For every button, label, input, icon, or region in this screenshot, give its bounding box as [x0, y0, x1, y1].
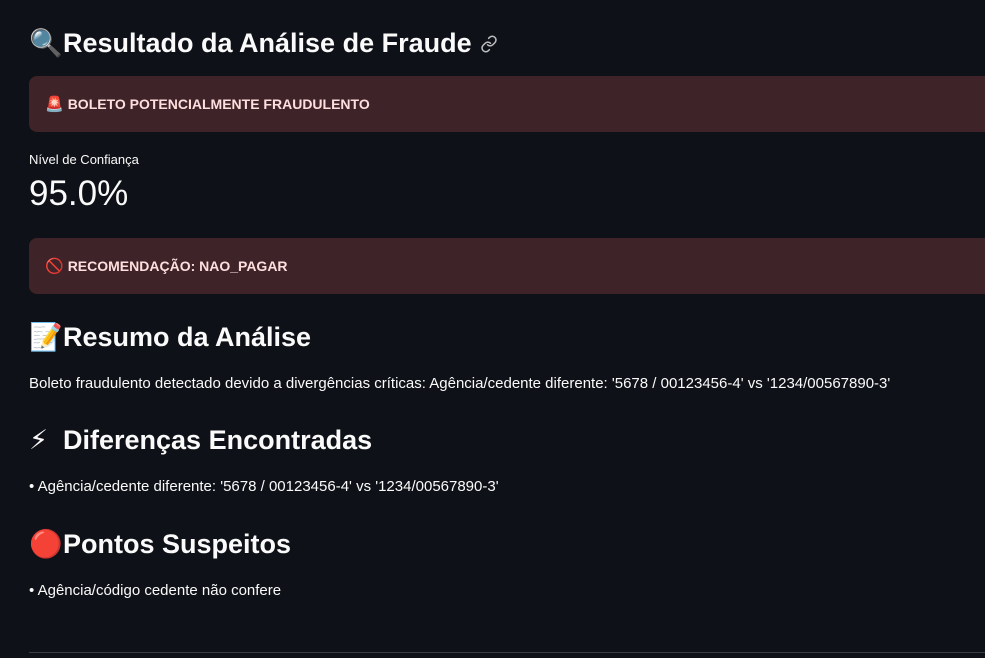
magnifier-emoji-icon: 🔍	[29, 28, 63, 58]
fraud-alert: 🚨 BOLETO POTENCIALMENTE FRAUDULENTO	[29, 76, 985, 132]
suspicious-list-item: • Agência/código cedente não confere	[29, 582, 282, 599]
siren-icon: 🚨	[45, 96, 64, 113]
page-title-text: Resultado da Análise de Fraude	[63, 28, 472, 58]
memo-icon: 📝	[29, 322, 63, 352]
prohibited-icon: 🚫	[45, 258, 64, 275]
summary-heading: 📝 Resumo da Análise	[29, 322, 311, 353]
confidence-label: Nível de Confiança	[29, 152, 139, 167]
red-circle-icon: 🔴	[29, 529, 63, 559]
differences-list-item: • Agência/cedente diferente: '5678 / 001…	[29, 478, 499, 495]
differences-heading-text: Diferenças Encontradas	[63, 425, 373, 455]
suspicious-heading-text: Pontos Suspeitos	[63, 529, 292, 559]
divider	[29, 652, 985, 653]
summary-text: Boleto fraudulento detectado devido a di…	[29, 375, 891, 392]
recommendation-alert: 🚫 RECOMENDAÇÃO: NAO_PAGAR	[29, 238, 985, 294]
fraud-alert-text: BOLETO POTENCIALMENTE FRAUDULENTO	[67, 96, 370, 112]
lightning-icon: ⚡	[29, 425, 48, 455]
differences-heading: ⚡ Diferenças Encontradas	[29, 425, 372, 456]
summary-heading-text: Resumo da Análise	[63, 322, 312, 352]
link-icon[interactable]	[480, 35, 498, 53]
suspicious-heading: 🔴 Pontos Suspeitos	[29, 529, 291, 560]
page-title: 🔍 Resultado da Análise de Fraude	[29, 28, 498, 59]
page: 🔍 Resultado da Análise de Fraude 🚨 BOLET…	[0, 0, 985, 658]
confidence-value: 95.0%	[29, 174, 129, 213]
recommendation-text: RECOMENDAÇÃO: NAO_PAGAR	[67, 258, 288, 274]
